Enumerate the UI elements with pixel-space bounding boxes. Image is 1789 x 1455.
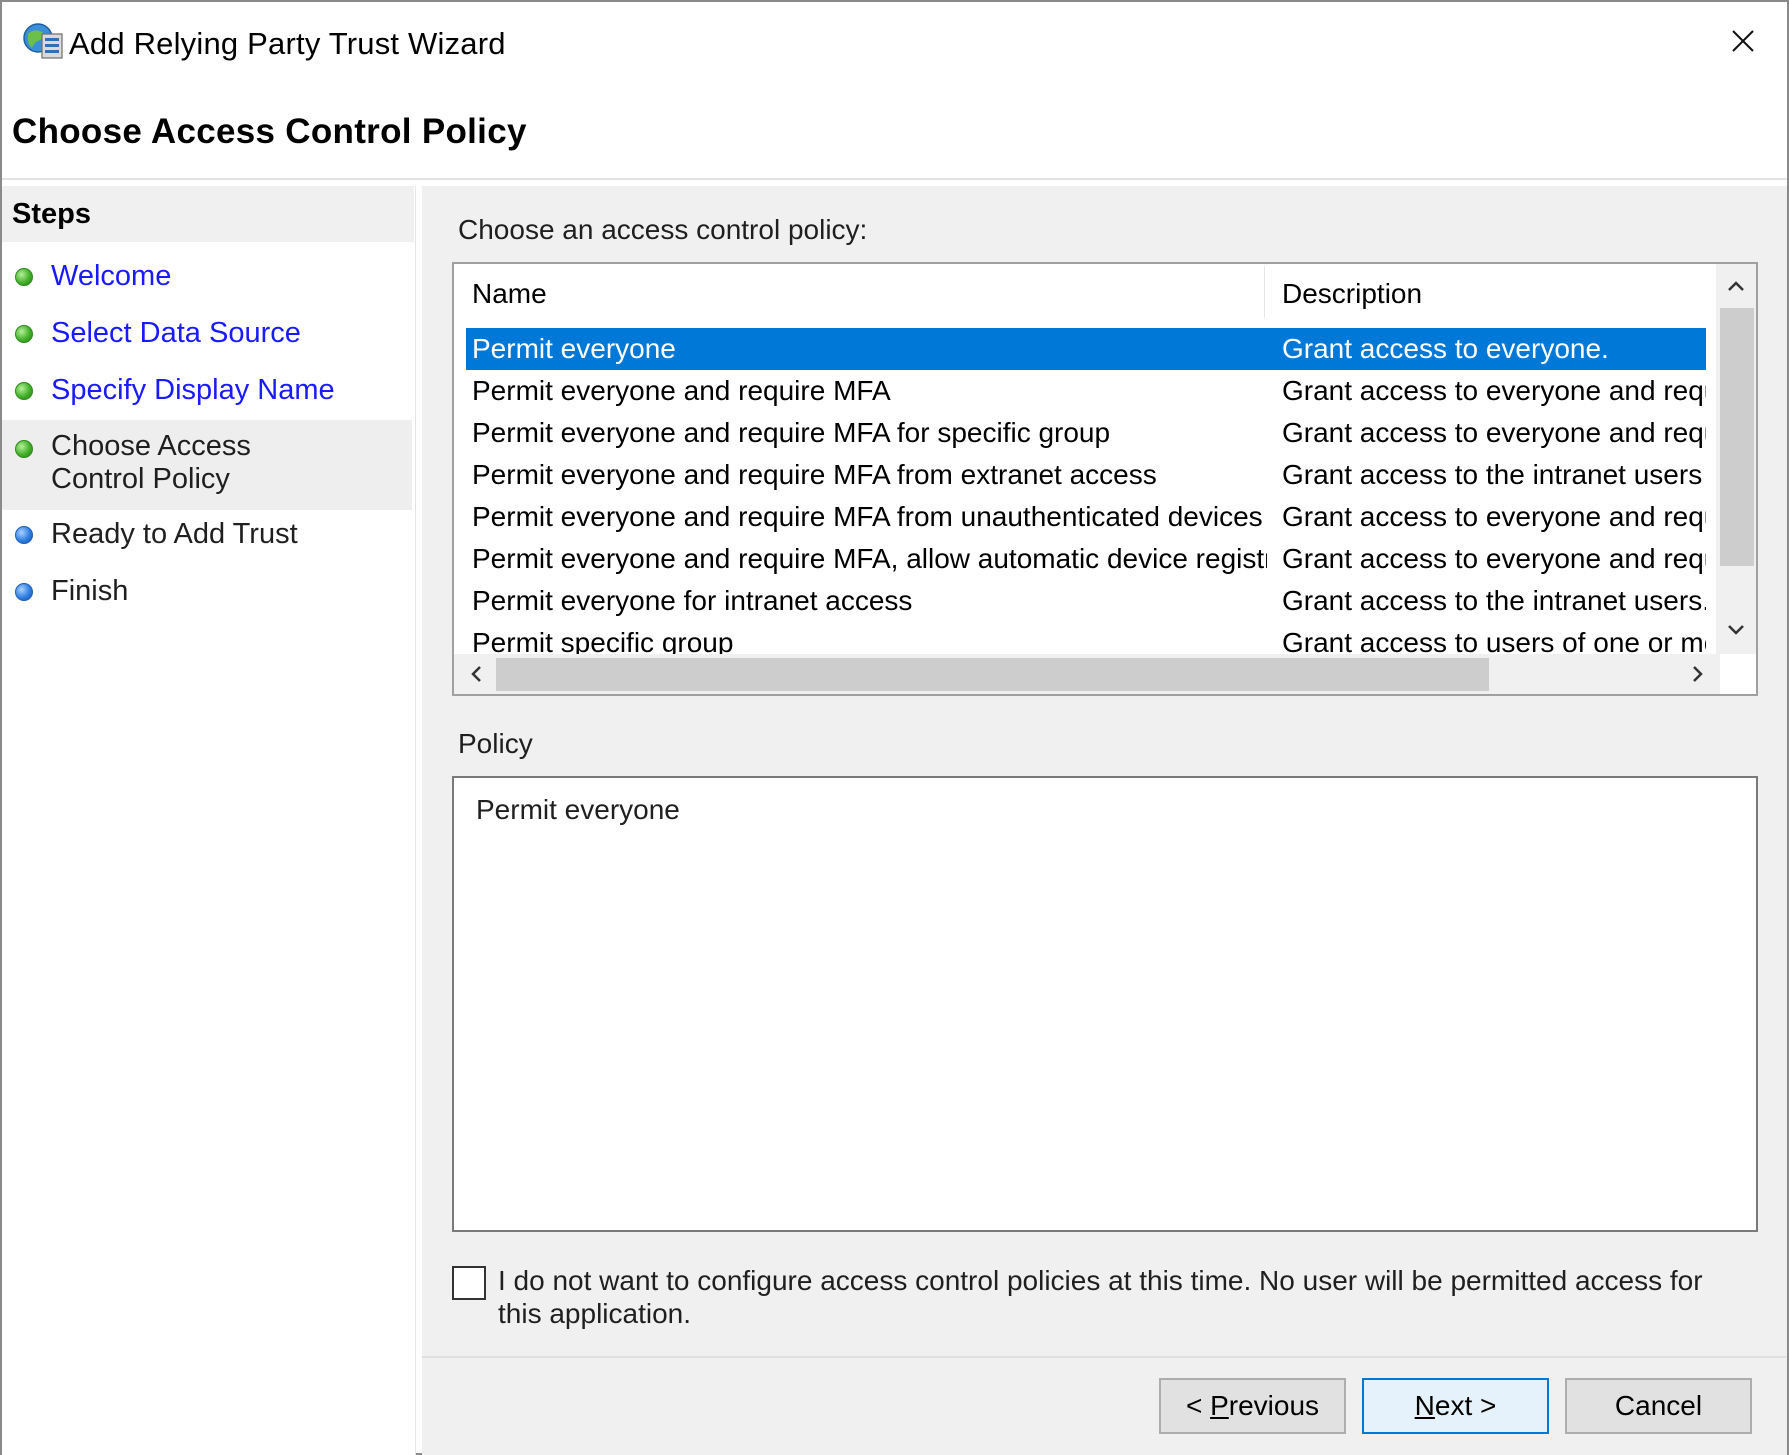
complete-status-icon bbox=[15, 325, 33, 343]
row-description: Grant access to everyone and require bbox=[1282, 375, 1706, 406]
vertical-scrollbar[interactable] bbox=[1716, 264, 1756, 654]
scroll-left-arrow[interactable] bbox=[458, 656, 494, 692]
steps-sidebar: Steps Welcome Select Data Source Specify… bbox=[2, 186, 416, 1455]
scroll-up-arrow[interactable] bbox=[1718, 268, 1754, 304]
row-description: Grant access to everyone and require bbox=[1282, 501, 1706, 532]
step-label: Welcome bbox=[51, 260, 172, 292]
complete-status-icon bbox=[15, 382, 33, 400]
horizontal-scrollbar[interactable] bbox=[454, 654, 1720, 694]
policy-row[interactable]: Permit everyone for intranet access Gran… bbox=[466, 580, 1706, 622]
main-panel: Choose an access control policy: Name De… bbox=[422, 186, 1787, 1356]
adfs-app-icon bbox=[22, 22, 66, 62]
wizard-window: Add Relying Party Trust Wizard Choose Ac… bbox=[0, 0, 1789, 1455]
policy-row[interactable]: Permit everyone and require MFA from ext… bbox=[466, 454, 1706, 496]
chevron-up-icon bbox=[1728, 281, 1744, 291]
policy-row-selected[interactable]: Permit everyone Grant access to everyone… bbox=[466, 328, 1706, 370]
step-select-data-source[interactable]: Select Data Source bbox=[2, 315, 412, 359]
column-header-description[interactable]: Description bbox=[1282, 278, 1422, 310]
policy-row[interactable]: Permit everyone and require MFA for spec… bbox=[466, 412, 1706, 454]
choose-policy-label: Choose an access control policy: bbox=[458, 214, 868, 245]
row-description: Grant access to everyone. bbox=[1282, 333, 1609, 364]
next-mnemonic: N bbox=[1414, 1390, 1435, 1421]
skip-policy-checkbox-label[interactable]: I do not want to configure access contro… bbox=[498, 1264, 1728, 1330]
skip-policy-checkbox[interactable] bbox=[452, 1266, 486, 1300]
horizontal-scroll-thumb[interactable] bbox=[496, 658, 1489, 691]
policy-row[interactable]: Permit everyone and require MFA, allow a… bbox=[466, 538, 1706, 580]
wizard-footer: < Previous Next > Cancel bbox=[422, 1358, 1787, 1455]
chevron-right-icon bbox=[1693, 666, 1703, 682]
column-divider[interactable] bbox=[1264, 266, 1265, 318]
next-button[interactable]: Next > bbox=[1362, 1378, 1549, 1434]
vertical-scroll-thumb[interactable] bbox=[1720, 308, 1754, 566]
row-description: Grant access to the intranet users an bbox=[1282, 459, 1706, 490]
page-title: Choose Access Control Policy bbox=[12, 112, 527, 151]
header-divider bbox=[2, 178, 1787, 180]
close-icon bbox=[1732, 30, 1754, 52]
policy-row[interactable]: Permit everyone and require MFA Grant ac… bbox=[466, 370, 1706, 412]
next-rest: ext > bbox=[1434, 1390, 1497, 1421]
scroll-down-arrow[interactable] bbox=[1718, 612, 1754, 648]
policy-details-box: Permit everyone bbox=[452, 776, 1758, 1232]
row-description: Grant access to users of one or more bbox=[1282, 627, 1706, 654]
policy-list[interactable]: Name Description Permit everyone Grant a… bbox=[452, 262, 1758, 696]
previous-button[interactable]: < Previous bbox=[1159, 1378, 1346, 1434]
pending-status-icon bbox=[15, 526, 33, 544]
policy-row[interactable]: Permit everyone and require MFA from una… bbox=[466, 496, 1706, 538]
step-label: Specify Display Name bbox=[51, 374, 335, 406]
complete-status-icon bbox=[15, 268, 33, 286]
title-bar: Add Relying Party Trust Wizard bbox=[2, 2, 1787, 84]
row-description: Grant access to everyone and require bbox=[1282, 543, 1706, 574]
step-label: Finish bbox=[51, 575, 129, 607]
complete-status-icon bbox=[15, 440, 33, 458]
step-label: Select Data Source bbox=[51, 317, 301, 349]
previous-mnemonic: P bbox=[1210, 1390, 1229, 1421]
row-name: Permit everyone bbox=[472, 333, 676, 364]
step-specify-display-name[interactable]: Specify Display Name bbox=[2, 372, 412, 416]
row-name: Permit everyone and require MFA from una… bbox=[472, 501, 1263, 532]
step-label: Choose Access Control Policy bbox=[51, 430, 251, 495]
step-ready-to-add-trust: Ready to Add Trust bbox=[2, 516, 412, 560]
row-name: Permit everyone and require MFA for spec… bbox=[472, 417, 1111, 448]
window-title: Add Relying Party Trust Wizard bbox=[69, 26, 506, 61]
close-button[interactable] bbox=[1699, 2, 1787, 80]
row-name: Permit specific group bbox=[472, 627, 734, 654]
pending-status-icon bbox=[15, 583, 33, 601]
chevron-down-icon bbox=[1728, 625, 1744, 635]
step-welcome[interactable]: Welcome bbox=[2, 258, 412, 302]
scroll-right-arrow[interactable] bbox=[1680, 656, 1716, 692]
list-header: Name Description bbox=[454, 264, 1706, 324]
step-choose-access-control-policy: Choose Access Control Policy bbox=[2, 420, 412, 510]
step-label: Ready to Add Trust bbox=[51, 518, 298, 550]
previous-prefix: < bbox=[1185, 1390, 1211, 1421]
steps-header: Steps bbox=[2, 186, 414, 242]
previous-rest: revious bbox=[1228, 1390, 1320, 1421]
step-finish: Finish bbox=[2, 573, 412, 617]
policy-row[interactable]: Permit specific group Grant access to us… bbox=[466, 622, 1706, 654]
steps-title: Steps bbox=[12, 198, 91, 230]
row-description: Grant access to everyone and require bbox=[1282, 417, 1706, 448]
row-name: Permit everyone and require MFA from ext… bbox=[472, 459, 1157, 490]
policy-text: Permit everyone bbox=[476, 794, 680, 825]
column-header-name[interactable]: Name bbox=[472, 278, 547, 310]
row-name: Permit everyone for intranet access bbox=[472, 585, 913, 616]
row-name: Permit everyone and require MFA bbox=[472, 375, 891, 406]
cancel-button[interactable]: Cancel bbox=[1565, 1378, 1752, 1434]
row-name: Permit everyone and require MFA, allow a… bbox=[472, 543, 1267, 574]
policy-label: Policy bbox=[458, 728, 533, 759]
row-description: Grant access to the intranet users. bbox=[1282, 585, 1706, 616]
chevron-left-icon bbox=[471, 666, 481, 682]
